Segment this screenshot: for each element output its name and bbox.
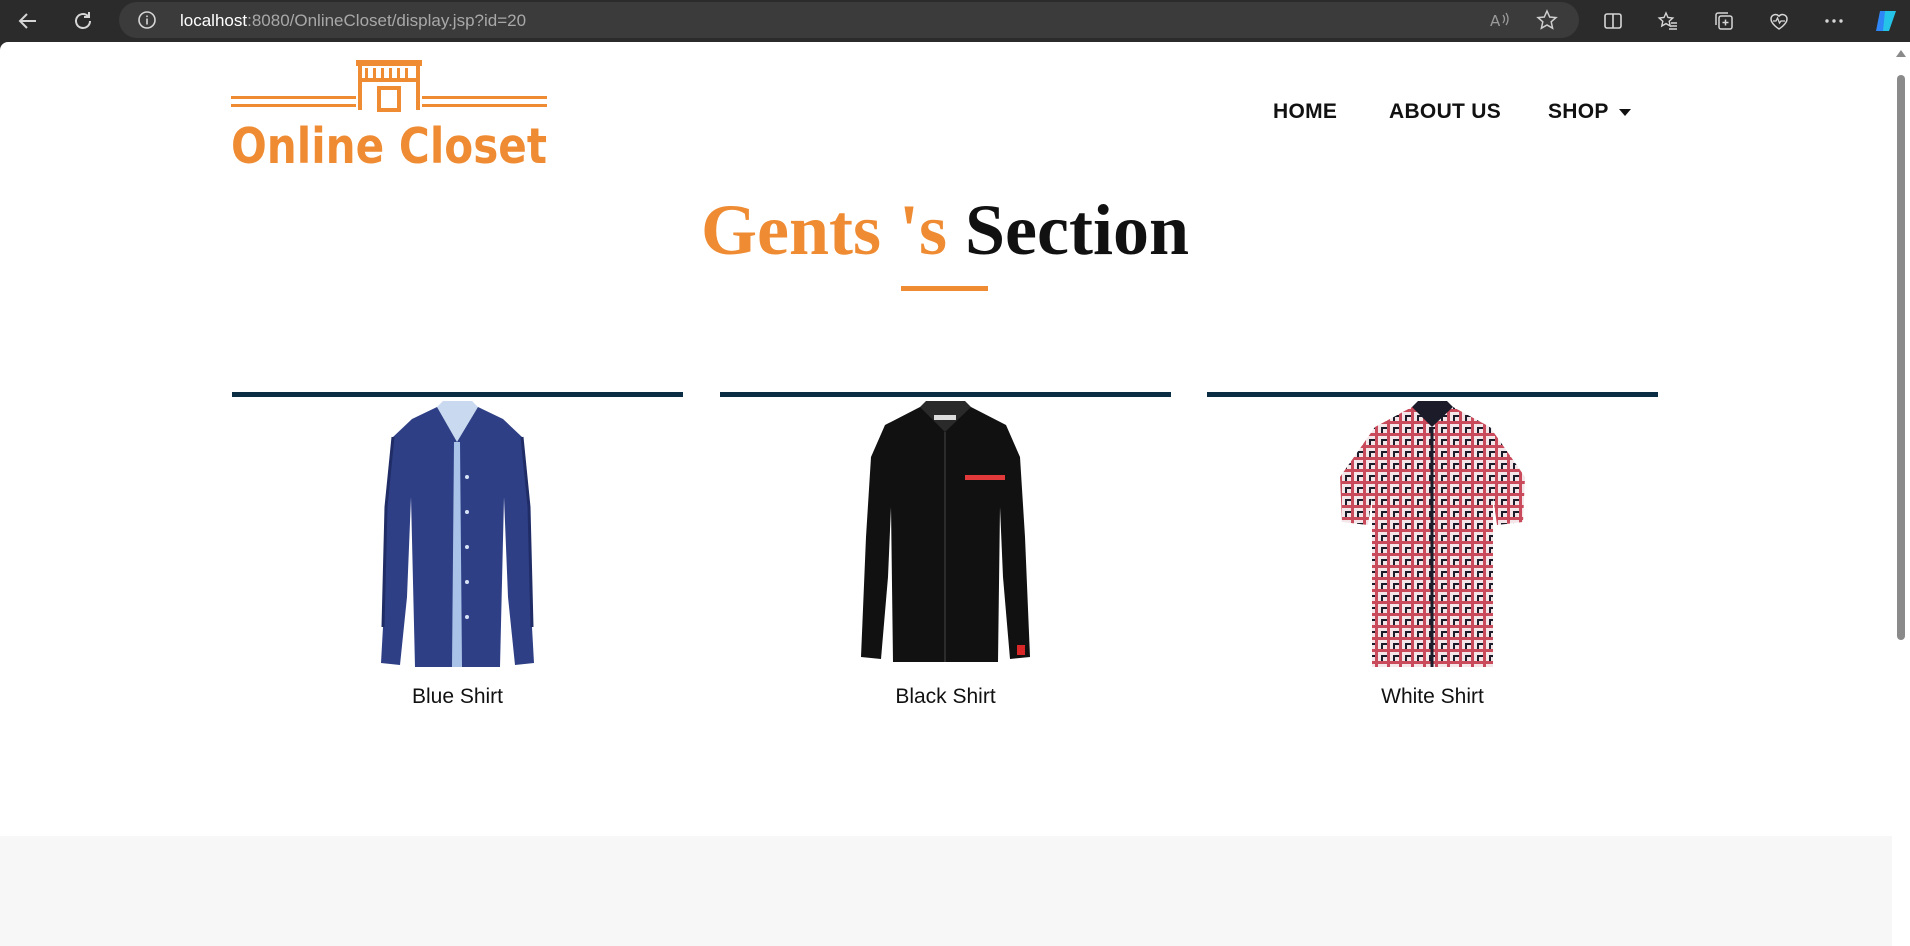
section-title-highlight: Gents 's: [700, 190, 948, 270]
split-screen-icon[interactable]: [1597, 5, 1629, 37]
collections-icon[interactable]: [1708, 5, 1740, 37]
nav-home-link[interactable]: HOME: [1273, 100, 1337, 124]
blue-shirt-image[interactable]: [232, 397, 683, 677]
footer-section: [0, 836, 1892, 946]
back-icon[interactable]: [12, 5, 44, 37]
product-card-blue-shirt[interactable]: Blue Shirt: [232, 392, 683, 762]
site-info-icon[interactable]: [136, 9, 158, 31]
product-name[interactable]: White Shirt: [1207, 685, 1658, 709]
product-name[interactable]: Blue Shirt: [232, 685, 683, 709]
svg-text:A: A: [1490, 12, 1501, 30]
browser-essentials-icon[interactable]: [1763, 5, 1795, 37]
nav-shop-dropdown[interactable]: SHOP: [1548, 100, 1631, 124]
copilot-icon[interactable]: [1870, 5, 1902, 37]
browser-toolbar: localhost:8080/OnlineCloset/display.jsp?…: [0, 0, 1910, 42]
favorite-star-icon[interactable]: [1535, 8, 1559, 32]
url-path: :8080/OnlineCloset/display.jsp?id=20: [247, 11, 527, 30]
refresh-icon[interactable]: [67, 5, 99, 37]
product-card-black-shirt[interactable]: Black Shirt: [720, 392, 1171, 762]
address-bar[interactable]: localhost:8080/OnlineCloset/display.jsp?…: [119, 2, 1579, 38]
more-options-icon[interactable]: [1818, 5, 1850, 37]
section-title-main: Section: [965, 190, 1189, 270]
scrollbar-thumb[interactable]: [1897, 75, 1905, 640]
page-viewport: Online Closet HOME ABOUT US SHOP Gents '…: [0, 42, 1910, 946]
favorites-icon[interactable]: [1652, 5, 1684, 37]
logo-text: Online Closet: [231, 118, 547, 168]
url-host: localhost: [180, 11, 248, 30]
nav-about-link[interactable]: ABOUT US: [1389, 100, 1501, 124]
scroll-up-arrow-icon[interactable]: [1896, 50, 1906, 57]
nav-shop-label: SHOP: [1548, 100, 1609, 123]
product-card-white-shirt[interactable]: White Shirt: [1207, 392, 1658, 762]
title-underline: [901, 286, 988, 291]
black-shirt-image[interactable]: [720, 397, 1171, 677]
url-text[interactable]: localhost:8080/OnlineCloset/display.jsp?…: [180, 11, 526, 31]
section-title: Gents 's Section: [0, 190, 1890, 270]
online-closet-logo[interactable]: Online Closet: [231, 60, 547, 168]
product-name[interactable]: Black Shirt: [720, 685, 1171, 709]
read-aloud-icon[interactable]: A: [1487, 8, 1511, 32]
vertical-scrollbar[interactable]: [1892, 42, 1910, 946]
caret-down-icon: [1618, 108, 1631, 116]
white-shirt-image[interactable]: [1207, 397, 1658, 677]
